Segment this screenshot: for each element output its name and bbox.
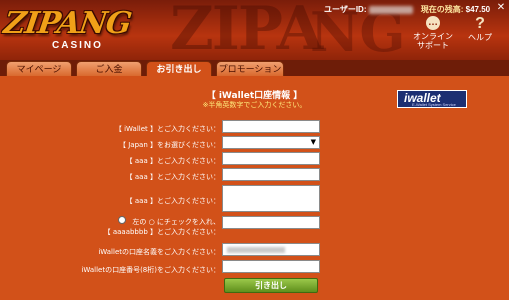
balance-label: 現在の残高: <box>420 5 464 14</box>
header-background-art: ZIPA <box>170 0 323 60</box>
question-icon: ? <box>475 15 485 32</box>
help-button[interactable]: ? ヘルプ <box>462 15 498 43</box>
tab-deposit[interactable]: ご入金 <box>76 61 142 76</box>
account-name-redacted <box>227 247 285 253</box>
field-check-label-2: 【 aaaabbbb 】とご入力ください： <box>103 228 220 236</box>
zipang-casino-logo[interactable]: ZIPANG CASINO <box>1 6 144 56</box>
tab-promotion[interactable]: プロモーション <box>216 61 284 76</box>
tab-bar: マイページ ご入金 お引き出し プロモーション <box>0 60 509 76</box>
iwallet-logo: iwallet E-Wallet System Service <box>397 90 467 108</box>
field-aaa-label-1: 【 aaa 】とご入力ください： <box>125 157 220 165</box>
field-aaa-label-3: 【 aaa 】とご入力ください： <box>125 197 220 205</box>
iwallet-input[interactable] <box>222 120 320 133</box>
field-account-name-label: iWalletの口座名義をご入力ください： <box>98 248 220 256</box>
account-number-input[interactable] <box>222 260 320 273</box>
chat-icon: … <box>426 16 440 30</box>
user-id-label: ユーザーID: <box>324 5 367 14</box>
country-select[interactable] <box>222 136 320 149</box>
iwallet-logo-subtext: E-Wallet System Service <box>412 102 456 107</box>
tab-mypage[interactable]: マイページ <box>6 61 72 76</box>
field-account-number-label: iWalletの口座番号(8桁)をご入力ください： <box>81 266 220 274</box>
help-label: ヘルプ <box>468 33 492 42</box>
field-check-label-1: 左の ○ にチェックを入れ、 <box>132 218 220 226</box>
user-info: ユーザーID: 現在の残高: $47.50 <box>324 4 490 15</box>
tab-withdraw[interactable]: お引き出し <box>146 61 212 76</box>
withdraw-button[interactable]: 引き出し <box>224 278 318 293</box>
field-aaa-label-2: 【 aaa 】とご入力ください： <box>125 173 220 181</box>
aaaabbbb-input[interactable] <box>222 216 320 229</box>
field-iwallet-label: 【 iWallet 】とご入力ください： <box>114 125 220 133</box>
aaa-textarea[interactable] <box>222 185 320 212</box>
balance-value: $47.50 <box>465 5 491 14</box>
withdraw-panel: 【 iWallet口座情報 】 ※半角英数字でご入力ください。 iwallet … <box>0 76 509 300</box>
user-id-redacted <box>368 5 413 14</box>
online-support-button[interactable]: … オンライン サポート <box>412 16 454 50</box>
site-header: ZIPA NG ZIPANG CASINO ユーザーID: 現在の残高: $47… <box>0 0 509 60</box>
support-label-2: サポート <box>417 41 449 50</box>
aaa-input-2[interactable] <box>222 168 320 181</box>
logo-wordmark: ZIPANG <box>1 6 134 41</box>
aaa-input-1[interactable] <box>222 152 320 165</box>
account-name-input[interactable] <box>222 243 320 256</box>
close-icon[interactable]: ✕ <box>496 3 506 13</box>
support-label-1: オンライン <box>413 32 453 41</box>
logo-subtitle: CASINO <box>52 40 103 51</box>
field-country-label: 【 Japan 】をお選びください： <box>119 141 220 149</box>
